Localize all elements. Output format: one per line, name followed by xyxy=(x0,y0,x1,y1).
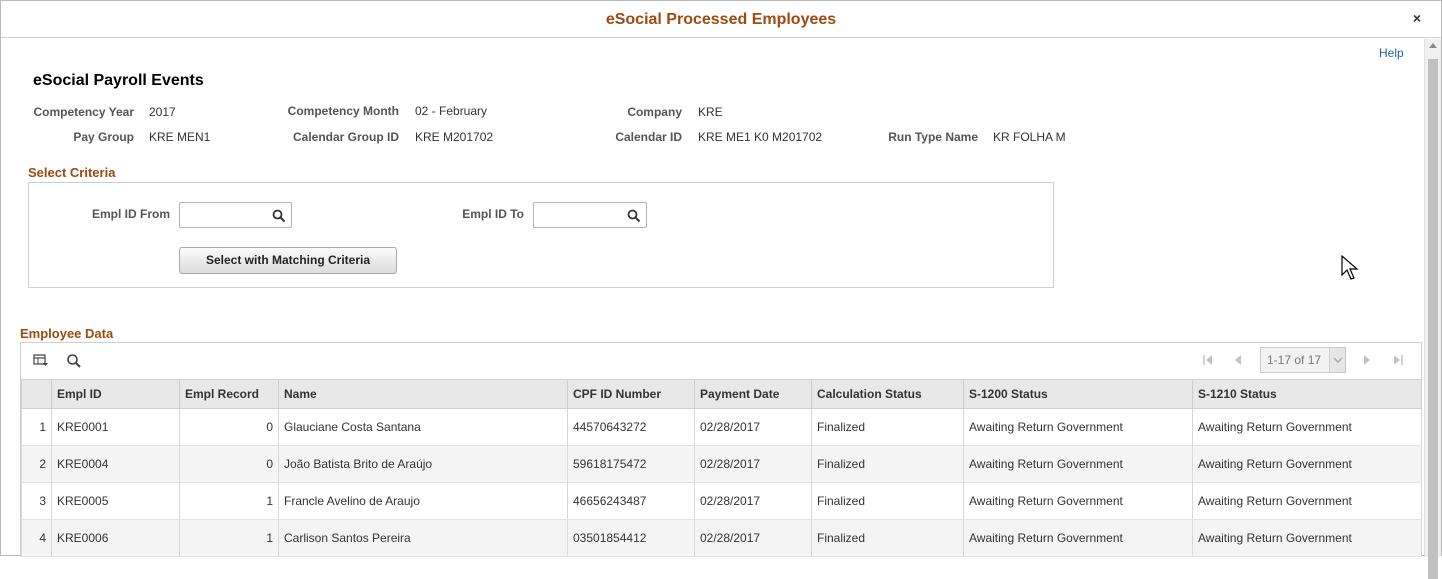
payment-date-cell: 02/28/2017 xyxy=(694,482,812,520)
name-cell: Francle Avelino de Araujo xyxy=(278,482,568,520)
calendar-group-label: Calendar Group ID xyxy=(292,130,399,144)
competency-year-value: 2017 xyxy=(149,105,176,119)
table-row: 3 KRE0005 1 Francle Avelino de Araujo 46… xyxy=(21,482,1422,520)
empl-id-cell: KRE0001 xyxy=(51,408,180,446)
company-label: Company xyxy=(627,105,682,119)
column-header-name[interactable]: Name xyxy=(278,379,568,409)
table-row: 1 KRE0001 0 Glauciane Costa Santana 4457… xyxy=(21,408,1422,446)
column-header-cpf-id[interactable]: CPF ID Number xyxy=(567,379,695,409)
cpf-id-cell: 03501854412 xyxy=(567,519,695,557)
name-cell: Carlison Santos Pereira xyxy=(278,519,568,557)
pay-group-label: Pay Group xyxy=(73,130,134,144)
column-header-empl-id[interactable]: Empl ID xyxy=(51,379,180,409)
payment-date-cell: 02/28/2017 xyxy=(694,445,812,483)
select-matching-criteria-button[interactable]: Select with Matching Criteria xyxy=(179,247,397,274)
employee-data-grid: 1-17 of 17 Empl ID Empl Record Name CPF … xyxy=(20,342,1422,557)
calendar-id-value: KRE ME1 K0 M201702 xyxy=(698,130,823,144)
s1210-status-cell: Awaiting Return Government xyxy=(1192,519,1422,557)
cpf-id-cell: 59618175472 xyxy=(567,445,695,483)
chevron-down-icon[interactable] xyxy=(1329,348,1345,372)
empl-id-cell: KRE0004 xyxy=(51,445,180,483)
cpf-id-cell: 44570643272 xyxy=(567,408,695,446)
search-icon[interactable] xyxy=(627,209,641,223)
row-number: 1 xyxy=(21,408,52,446)
empl-record-cell: 1 xyxy=(179,519,279,557)
payment-date-cell: 02/28/2017 xyxy=(694,408,812,446)
column-header-empl-record[interactable]: Empl Record xyxy=(179,379,279,409)
mouse-cursor-icon xyxy=(1341,255,1359,280)
employee-data-title: Employee Data xyxy=(20,326,114,341)
scrollbar-thumb[interactable] xyxy=(1428,59,1438,579)
empl-id-cell: KRE0005 xyxy=(51,482,180,520)
row-number: 3 xyxy=(21,482,52,520)
payment-date-cell: 02/28/2017 xyxy=(694,519,812,557)
calculation-status-cell: Finalized xyxy=(811,519,964,557)
scroll-up-arrow-icon[interactable] xyxy=(1429,43,1437,48)
page-title: eSocial Payroll Events xyxy=(33,72,204,89)
competency-month-label: Competency Month xyxy=(287,104,399,118)
calendar-group-value: KRE M201702 xyxy=(415,130,494,144)
competency-month-value: 02 - February xyxy=(415,104,488,118)
run-type-value: KR FOLHA M xyxy=(993,130,1066,144)
table-row: 4 KRE0006 1 Carlison Santos Pereira 0350… xyxy=(21,519,1422,557)
s1200-status-cell: Awaiting Return Government xyxy=(963,482,1193,520)
find-in-grid-icon[interactable] xyxy=(66,353,82,369)
personalize-grid-icon[interactable] xyxy=(33,353,49,369)
empl-id-to-label: Empl ID To xyxy=(462,207,524,221)
empl-id-from-label: Empl ID From xyxy=(91,207,170,221)
s1210-status-cell: Awaiting Return Government xyxy=(1192,482,1422,520)
name-cell: João Batista Brito de Araújo xyxy=(278,445,568,483)
select-criteria-title: Select Criteria xyxy=(28,165,116,180)
empl-id-cell: KRE0006 xyxy=(51,519,180,557)
grid-toolbar: 1-17 of 17 xyxy=(21,343,1421,379)
calculation-status-cell: Finalized xyxy=(811,482,964,520)
empl-record-cell: 0 xyxy=(179,445,279,483)
first-page-icon[interactable] xyxy=(1202,354,1214,366)
row-number: 4 xyxy=(21,519,52,557)
competency-year-label: Competency Year xyxy=(33,105,135,119)
run-type-label: Run Type Name xyxy=(888,130,978,144)
column-header-s1210-status[interactable]: S-1210 Status xyxy=(1192,379,1422,409)
search-icon[interactable] xyxy=(272,209,286,223)
company-value: KRE xyxy=(698,105,723,119)
calendar-id-label: Calendar ID xyxy=(615,130,682,144)
next-page-icon[interactable] xyxy=(1361,354,1373,366)
empl-id-from-input[interactable] xyxy=(179,202,292,228)
modal-window: eSocial Processed Employees × Help eSoci… xyxy=(0,0,1442,579)
help-link[interactable]: Help xyxy=(1379,46,1404,60)
vertical-scrollbar[interactable] xyxy=(1424,39,1441,579)
column-header-calculation-status[interactable]: Calculation Status xyxy=(811,379,964,409)
s1200-status-cell: Awaiting Return Government xyxy=(963,408,1193,446)
empl-id-to-input[interactable] xyxy=(533,202,647,228)
page-range-select[interactable]: 1-17 of 17 xyxy=(1260,347,1346,373)
employee-table: Empl ID Empl Record Name CPF ID Number P… xyxy=(21,379,1422,557)
cpf-id-cell: 46656243487 xyxy=(567,482,695,520)
name-cell: Glauciane Costa Santana xyxy=(278,408,568,446)
s1200-status-cell: Awaiting Return Government xyxy=(963,445,1193,483)
s1210-status-cell: Awaiting Return Government xyxy=(1192,408,1422,446)
s1210-status-cell: Awaiting Return Government xyxy=(1192,445,1422,483)
column-header-row-number xyxy=(21,379,52,409)
empl-record-cell: 1 xyxy=(179,482,279,520)
row-number: 2 xyxy=(21,445,52,483)
modal-titlebar: eSocial Processed Employees × xyxy=(1,1,1441,38)
s1200-status-cell: Awaiting Return Government xyxy=(963,519,1193,557)
calculation-status-cell: Finalized xyxy=(811,408,964,446)
page-range-text: 1-17 of 17 xyxy=(1267,353,1322,367)
pay-group-value: KRE MEN1 xyxy=(149,130,211,144)
last-page-icon[interactable] xyxy=(1392,354,1404,366)
column-header-s1200-status[interactable]: S-1200 Status xyxy=(963,379,1193,409)
table-header-row: Empl ID Empl Record Name CPF ID Number P… xyxy=(21,379,1422,409)
previous-page-icon[interactable] xyxy=(1232,354,1244,366)
table-row: 2 KRE0004 0 João Batista Brito de Araújo… xyxy=(21,445,1422,483)
column-header-payment-date[interactable]: Payment Date xyxy=(694,379,812,409)
calculation-status-cell: Finalized xyxy=(811,445,964,483)
modal-title: eSocial Processed Employees xyxy=(605,11,837,28)
empl-record-cell: 0 xyxy=(179,408,279,446)
close-icon[interactable]: × xyxy=(1413,10,1421,26)
